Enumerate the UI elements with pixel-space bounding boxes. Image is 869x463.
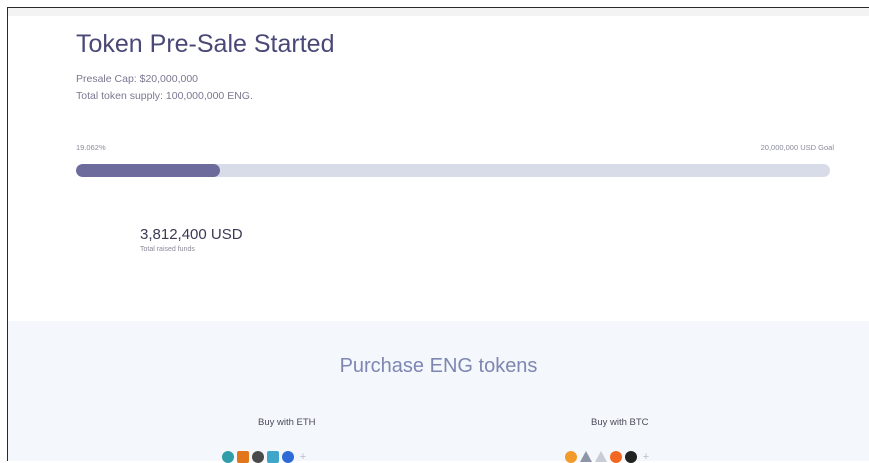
- ethereum-icon[interactable]: [580, 451, 592, 462]
- wallet-icon-teal[interactable]: [222, 451, 234, 463]
- bitcoin-orange-icon[interactable]: [565, 451, 577, 463]
- progress-bar: [76, 164, 830, 177]
- page: Token Pre-Sale Started Presale Cap: $20,…: [0, 0, 869, 463]
- window-border-top: [7, 7, 869, 8]
- buy-with-eth-label[interactable]: Buy with ETH: [258, 417, 316, 428]
- page-title: Token Pre-Sale Started: [76, 30, 335, 58]
- ethereum-light-icon[interactable]: [595, 451, 607, 462]
- progress-percent-label: 19.062%: [76, 143, 106, 152]
- purchase-title: Purchase ENG tokens: [339, 355, 538, 377]
- token-supply-text: Total token supply: 100,000,000 ENG.: [76, 90, 253, 102]
- eth-wallet-icons: +: [222, 451, 309, 463]
- progress-goal-label: 20,000,000 USD Goal: [760, 143, 834, 152]
- buy-with-btc-label[interactable]: Buy with BTC: [591, 417, 649, 428]
- raised-caption: Total raised funds: [140, 246, 195, 253]
- ledger-icon[interactable]: [252, 451, 264, 463]
- bitcoin-dark-icon[interactable]: [625, 451, 637, 463]
- raised-amount: 3,812,400 USD: [140, 226, 243, 243]
- progress-bar-fill: [76, 164, 220, 177]
- metamask-fox-icon[interactable]: [237, 451, 249, 463]
- monero-icon[interactable]: [610, 451, 622, 463]
- presale-cap-text: Presale Cap: $20,000,000: [76, 73, 199, 85]
- btc-wallet-icons: +: [565, 451, 652, 463]
- purchase-section: Purchase ENG tokens Buy with ETH Buy wit…: [8, 321, 869, 463]
- top-strip: [8, 8, 869, 16]
- more-plus-icon[interactable]: +: [297, 451, 309, 463]
- coinbase-icon[interactable]: [282, 451, 294, 463]
- more-plus-icon[interactable]: +: [640, 451, 652, 463]
- myetherwallet-icon[interactable]: [267, 451, 279, 463]
